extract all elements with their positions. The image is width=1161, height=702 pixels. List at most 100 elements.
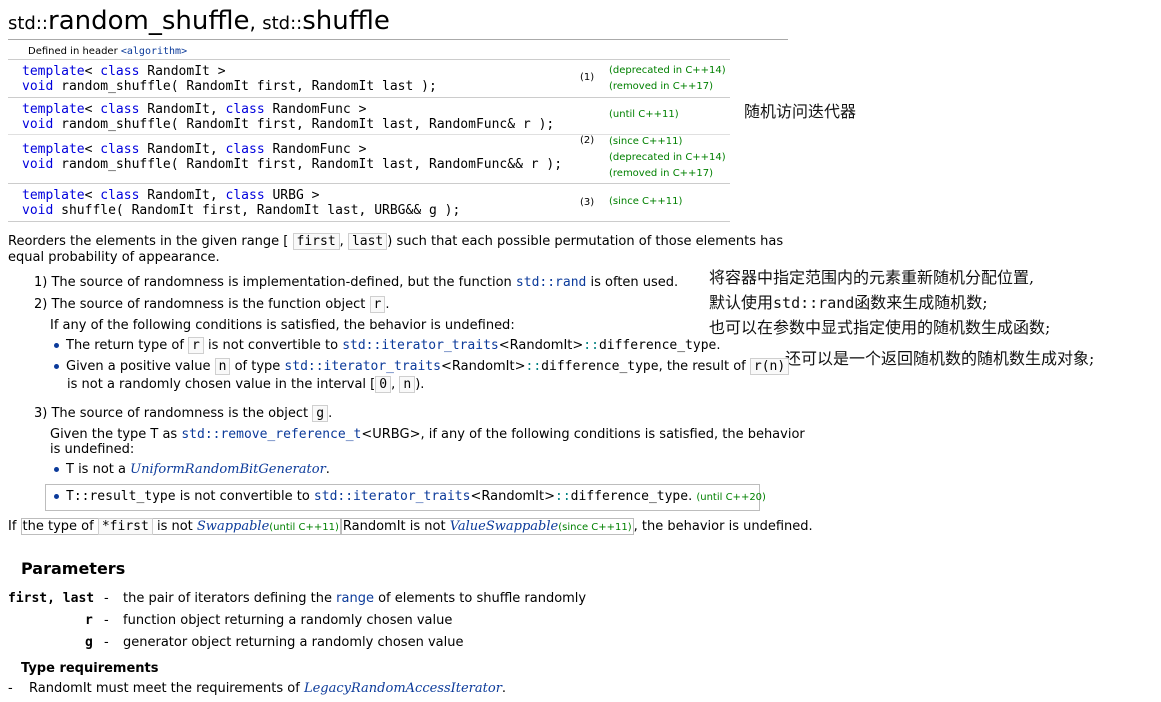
annotation-default-rand: 默认使用std::rand函数来生成随机数; — [709, 289, 988, 313]
param-dash: - — [104, 613, 109, 628]
until-cpp20-note: (until C++20) — [696, 492, 766, 503]
code-text: random_shuffle( RandomIt first, RandomIt… — [53, 157, 563, 172]
description-line-1: Reorders the elements in the given range… — [8, 233, 783, 250]
desc-text: RandomIt is not — [342, 519, 450, 534]
code-text: < — [84, 102, 101, 117]
expr-r-n: r(n) — [749, 358, 790, 375]
code-text: RandomFunc > — [264, 142, 367, 157]
until-cpp11-note: (until C++11) — [269, 522, 339, 533]
swappable-link[interactable]: Swappable — [197, 519, 269, 534]
kw-void: void — [22, 79, 54, 94]
remove-reference-link[interactable]: std::remove_reference_t — [181, 427, 361, 442]
bullet-icon — [54, 343, 59, 348]
code-text: RandomIt, — [139, 142, 226, 157]
std-rand-link[interactable]: std::rand — [516, 275, 586, 290]
title-ns: std:: — [8, 13, 48, 34]
desc-text: 1) The source of randomness is implement… — [34, 275, 516, 290]
decl-3-number: (3) — [580, 197, 595, 208]
param-dash: - — [104, 591, 109, 606]
desc-text: Given the type T as — [50, 427, 182, 442]
decl-2b: template< class RandomIt, class RandomFu… — [22, 142, 562, 172]
result-type: T::result_type — [66, 489, 176, 504]
bullet-positive-value: Given a positive value n of type std::it… — [54, 358, 790, 375]
desc-text: . — [328, 406, 333, 421]
difference-type-name: difference_type — [541, 359, 659, 374]
param-desc-first-last: the pair of iterators defining the range… — [123, 591, 586, 606]
page-title: std::random_shuffle, std::shuffle — [8, 6, 390, 36]
item-2-condition: If any of the following conditions is sa… — [50, 318, 515, 333]
desc-text: 3) The source of randomness is the objec… — [34, 406, 313, 421]
defined-in-header: Defined in header <algorithm> — [28, 46, 187, 57]
bullet-urbg: T is not a UniformRandomBitGenerator. — [54, 462, 330, 477]
kw-template: template — [22, 102, 85, 117]
decl-2a: template< class RandomIt, class RandomFu… — [22, 102, 554, 132]
scope-op: :: — [583, 338, 599, 353]
desc-text: is not — [152, 519, 197, 534]
difference-type: ::difference_type — [583, 338, 716, 353]
header-link[interactable]: <algorithm> — [121, 46, 187, 57]
iterator-traits-link[interactable]: std::iterator_traits — [314, 489, 471, 504]
decl-2-number: (2) — [580, 135, 595, 146]
item-2: 2) The source of randomness is the funct… — [34, 296, 389, 313]
bullet-icon — [54, 467, 59, 472]
difference-type: ::difference_type — [526, 359, 659, 374]
item-1: 1) The source of randomness is implement… — [34, 275, 678, 290]
kw-class: class — [225, 188, 265, 203]
code-text: shuffle( RandomIt first, RandomIt last, … — [53, 203, 461, 218]
desc-text: , — [339, 234, 344, 249]
annotation-text: 默认使用 — [709, 293, 774, 312]
desc-text: Given a positive value — [66, 359, 215, 374]
desc-text: is not a randomly chosen value in the in… — [67, 377, 376, 392]
kw-class: class — [225, 102, 265, 117]
swappable-box-2: RandomIt is not ValueSwappable(since C++… — [340, 518, 634, 535]
parameters-heading: Parameters — [21, 559, 126, 578]
desc-text: ). — [415, 377, 425, 392]
kw-void: void — [22, 157, 54, 172]
code-text: URBG > — [264, 188, 320, 203]
scope-op: :: — [525, 359, 542, 374]
bullet-positive-value-cont: is not a randomly chosen value in the in… — [67, 376, 424, 393]
decl-1-note-1: (deprecated in C++14) — [609, 65, 726, 76]
range-link[interactable]: range — [336, 591, 374, 606]
desc-text: of type — [230, 359, 285, 374]
desc-text: T is not a — [66, 462, 131, 477]
param-last: last — [347, 233, 388, 250]
desc-text: ) such that each possible permutation of… — [387, 234, 784, 249]
iterator-traits-link[interactable]: std::iterator_traits — [284, 359, 441, 374]
desc-text: , — [391, 377, 396, 392]
decl-3: template< class RandomIt, class URBG > v… — [22, 188, 460, 218]
item-3-given: Given the type T as std::remove_referenc… — [50, 427, 805, 442]
code-text: RandomIt > — [139, 64, 226, 79]
kw-template: template — [22, 188, 85, 203]
decl-divider — [8, 134, 730, 135]
legacy-random-access-iterator-link[interactable]: LegacyRandomAccessIterator — [304, 681, 502, 696]
desc-text: is often used. — [586, 275, 679, 290]
decl-top-border — [8, 59, 730, 60]
decl-2b-note-2: (deprecated in C++14) — [609, 152, 726, 163]
param-desc-g: generator object returning a randomly ch… — [123, 635, 464, 650]
defined-in-label: Defined in header — [28, 46, 121, 57]
bullet-icon — [54, 494, 59, 499]
param-desc-r: function object returning a randomly cho… — [123, 613, 453, 628]
uniform-random-bit-generator-link[interactable]: UniformRandomBitGenerator — [130, 462, 326, 477]
value-swappable-link[interactable]: ValueSwappable — [450, 519, 559, 534]
param-r: r — [369, 296, 386, 313]
param-n: n — [399, 376, 416, 393]
iterator-traits-link[interactable]: std::iterator_traits — [342, 338, 499, 353]
param-dash: - — [104, 635, 109, 650]
decl-3-note: (since C++11) — [609, 196, 683, 207]
kw-void: void — [22, 117, 54, 132]
kw-class: class — [225, 142, 265, 157]
title-random-shuffle: random_shuffle — [48, 6, 250, 36]
swappable-paragraph: If the type of *first is not Swappable(u… — [8, 518, 813, 535]
desc-text: . — [501, 681, 507, 696]
annotation-random-access-iterator: 随机访问迭代器 — [744, 102, 857, 121]
desc-text: Reorders the elements in the given range… — [8, 234, 289, 249]
decl-bottom-border — [8, 221, 730, 222]
annotation-reorder: 将容器中指定范围内的元素重新随机分配位置, — [709, 268, 1035, 287]
kw-class: class — [100, 142, 140, 157]
decl-2b-note-1: (since C++11) — [609, 136, 683, 147]
value-zero: 0 — [375, 376, 392, 393]
desc-text: <RandomIt> — [440, 359, 526, 374]
requirement-random-it: RandomIt must meet the requirements of L… — [29, 681, 506, 696]
